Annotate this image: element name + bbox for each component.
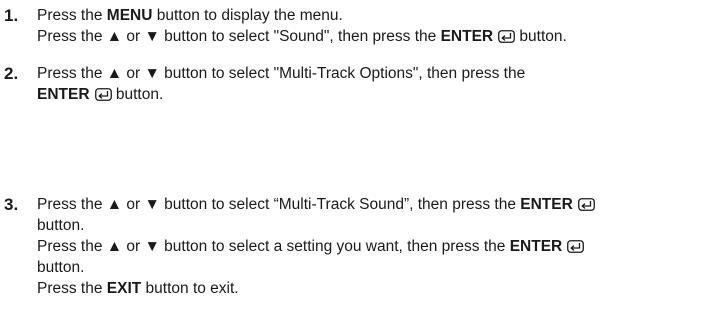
line-text: Press the ▲ or ▼ button to select “Multi… — [37, 196, 521, 213]
enter-icon — [498, 29, 516, 49]
line-text: button. — [37, 259, 85, 276]
step-line: ENTER button. — [37, 85, 163, 107]
enter-icon — [577, 197, 595, 217]
line-text: Press the ▲ or ▼ button to select "Multi… — [37, 65, 526, 82]
step-line: Press the ▲ or ▼ button to select a sett… — [37, 237, 585, 259]
line-text: Press the — [37, 280, 107, 297]
step-line: Press the ▲ or ▼ button to select “Multi… — [37, 195, 595, 217]
enter-icon — [567, 239, 585, 259]
enter-button-label: ENTER — [520, 196, 573, 213]
step-line: Press the ▲ or ▼ button to select "Multi… — [37, 64, 525, 84]
line-text: Press the — [37, 7, 107, 24]
line-text: Press the ▲ or ▼ button to select "Sound… — [37, 28, 441, 45]
step-number: 2. — [4, 64, 19, 83]
step-number: 3. — [4, 195, 19, 214]
line-text: button to display the menu. — [152, 7, 343, 24]
menu-button-label: MENU — [106, 7, 153, 24]
step-number: 1. — [4, 6, 19, 25]
exit-button-label: EXIT — [106, 280, 142, 297]
enter-icon — [94, 87, 112, 107]
step-line: Press the MENU button to display the men… — [37, 6, 343, 26]
line-text: button. — [37, 217, 85, 234]
enter-button-label: ENTER — [509, 238, 563, 255]
line-text: button. — [111, 86, 164, 103]
step-line: button. — [37, 258, 84, 278]
enter-button-label: ENTER — [37, 86, 90, 103]
line-text: button to exit. — [141, 280, 239, 297]
step-line: Press the ▲ or ▼ button to select "Sound… — [37, 27, 567, 49]
enter-button-label: ENTER — [440, 28, 494, 45]
line-text: Press the ▲ or ▼ button to select a sett… — [37, 238, 510, 255]
step-line: button. — [37, 216, 84, 236]
step-line: Press the EXIT button to exit. — [37, 279, 239, 299]
line-text: button. — [515, 28, 567, 45]
